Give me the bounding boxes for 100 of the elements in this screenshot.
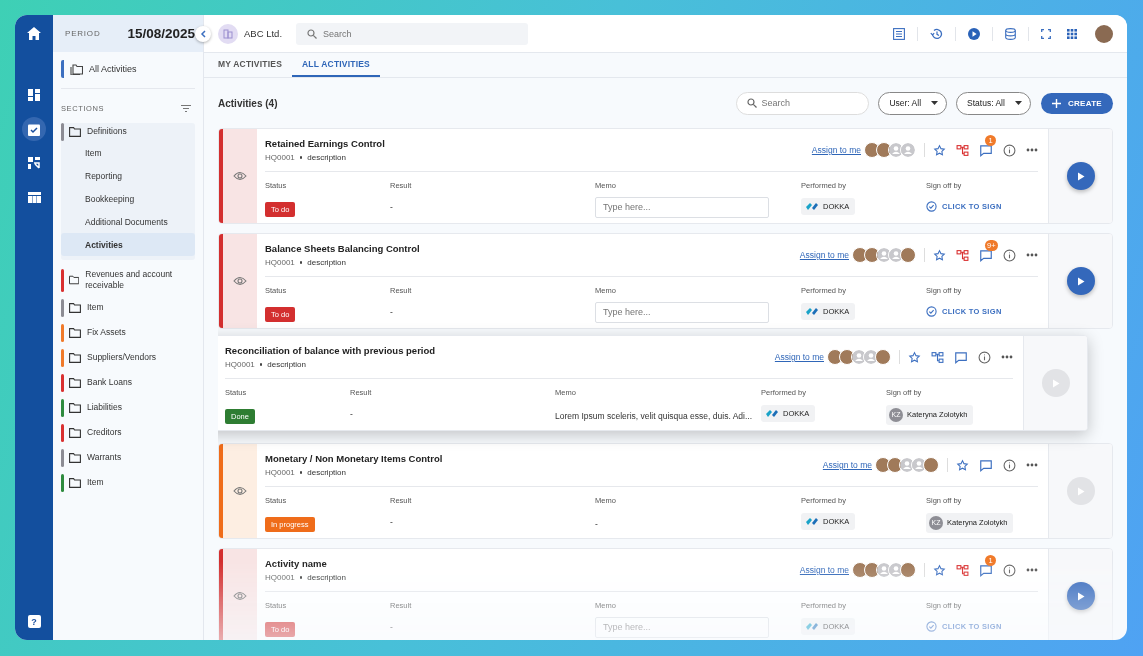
assign-to-me-link[interactable]: Assign to me	[774, 352, 824, 362]
play-button[interactable]	[1066, 267, 1095, 295]
comment-icon[interactable]	[954, 350, 968, 364]
company-name[interactable]: ABC Ltd.	[244, 28, 283, 39]
folder-icon	[69, 477, 81, 488]
check-circle-icon	[926, 621, 937, 632]
info-icon[interactable]	[1003, 248, 1016, 262]
list-icon[interactable]	[893, 27, 905, 40]
folder-icon	[69, 427, 81, 438]
tab[interactable]: MY ACTIVITIES	[208, 53, 292, 77]
bullet-icon	[299, 261, 303, 264]
section-item[interactable]: Revenues and account receivable	[61, 269, 195, 292]
activity-title: Activity name	[265, 558, 328, 569]
star-icon[interactable]	[933, 143, 946, 157]
section-item[interactable]: Suppliers/Vendors	[61, 348, 195, 367]
play-icon	[1076, 276, 1085, 286]
subsection-item[interactable]: Additional Documents	[61, 210, 195, 233]
hierarchy-icon[interactable]	[956, 143, 969, 157]
play-icon[interactable]	[968, 27, 980, 40]
play-icon	[1076, 171, 1085, 181]
activity-description: description	[307, 258, 346, 267]
assign-to-me-link[interactable]: Assign to me	[799, 565, 849, 575]
more-icon[interactable]	[1026, 148, 1038, 152]
more-icon[interactable]	[1026, 253, 1038, 257]
logo-icon	[805, 201, 819, 212]
section-item[interactable]: Creditors	[61, 423, 195, 442]
info-icon[interactable]	[1003, 563, 1016, 577]
history-icon[interactable]	[930, 27, 943, 40]
play-button[interactable]	[1066, 162, 1095, 190]
subsection-item[interactable]: Bookkeeping	[61, 187, 195, 210]
more-icon[interactable]	[1001, 355, 1013, 359]
section-item[interactable]: Item	[61, 473, 195, 492]
play-icon	[1051, 378, 1060, 388]
filter-dropdown[interactable]: User: All	[878, 91, 948, 115]
hierarchy-icon[interactable]	[956, 248, 969, 262]
fullscreen-icon[interactable]	[1041, 28, 1051, 39]
activity-search-field[interactable]: Search	[736, 91, 870, 115]
memo-field[interactable]: Type here...	[595, 196, 769, 218]
tab[interactable]: ALL ACTIVITIES	[292, 53, 380, 77]
clipboard-check-icon[interactable]	[22, 117, 46, 141]
filter-dropdown[interactable]: Status: All	[956, 91, 1031, 115]
plus-icon	[1051, 98, 1061, 108]
caret-icon	[931, 101, 939, 105]
star-icon[interactable]	[933, 563, 946, 577]
more-icon[interactable]	[1026, 463, 1038, 467]
star-icon[interactable]	[933, 248, 946, 262]
folder-icon	[69, 127, 81, 137]
memo-field[interactable]: Type here...	[595, 301, 769, 323]
apps-grid-icon[interactable]	[1067, 28, 1077, 39]
section-item[interactable]: Item	[61, 298, 195, 317]
star-icon[interactable]	[908, 350, 921, 364]
eye-icon[interactable]	[233, 486, 247, 496]
more-icon[interactable]	[1026, 568, 1038, 572]
activity-code: HQ0001	[265, 468, 295, 477]
subsection-item[interactable]: Item	[61, 141, 195, 164]
activity-code: HQ0001	[225, 360, 255, 369]
all-activities-item[interactable]: All Activities	[61, 60, 195, 78]
section-item[interactable]: Liabilities	[61, 398, 195, 417]
logo-icon	[805, 621, 819, 632]
bullet-icon	[299, 471, 303, 474]
result-value: -	[390, 622, 394, 632]
user-avatar[interactable]	[1095, 24, 1113, 43]
eye-icon[interactable]	[233, 276, 247, 286]
create-button[interactable]: CREATE	[1040, 92, 1113, 114]
database-icon[interactable]	[1005, 27, 1016, 40]
result-value: -	[390, 517, 394, 527]
section-item[interactable]: Warrants	[61, 448, 195, 467]
section-item[interactable]: Definitions	[61, 123, 195, 141]
section-item[interactable]: Bank Loans	[61, 373, 195, 392]
assign-to-me-link[interactable]: Assign to me	[822, 460, 872, 470]
eye-icon[interactable]	[233, 171, 247, 181]
comment-icon[interactable]	[979, 563, 993, 577]
subsection-item[interactable]: Activities	[61, 233, 195, 256]
comment-icon[interactable]	[979, 143, 993, 157]
comment-icon[interactable]	[979, 248, 993, 262]
collapse-button[interactable]	[195, 26, 211, 42]
play-icon	[1076, 486, 1085, 496]
logo-icon	[805, 516, 819, 527]
filter-icon[interactable]	[181, 105, 191, 112]
info-icon[interactable]	[1003, 143, 1016, 157]
search-field[interactable]: Search	[296, 22, 529, 45]
period-label: PERIOD	[65, 29, 101, 38]
home-icon[interactable]	[27, 27, 41, 40]
hierarchy-icon[interactable]	[931, 350, 944, 364]
info-icon[interactable]	[1003, 458, 1016, 472]
hierarchy-icon[interactable]	[956, 563, 969, 577]
search-icon	[747, 97, 758, 108]
assign-to-me-link[interactable]: Assign to me	[799, 250, 849, 260]
memo-text: -	[595, 519, 598, 529]
folder-icon	[69, 327, 81, 338]
comment-icon[interactable]	[979, 458, 993, 472]
logo-icon	[765, 408, 779, 419]
assign-to-me-link[interactable]: Assign to me	[811, 145, 861, 155]
info-icon[interactable]	[978, 350, 991, 364]
period-date[interactable]: 15/08/2025	[127, 26, 196, 41]
star-icon[interactable]	[956, 458, 969, 472]
section-item[interactable]: Fix Assets	[61, 323, 195, 342]
help-button[interactable]: ?	[27, 615, 41, 628]
subsection-item[interactable]: Reporting	[61, 164, 195, 187]
play-button[interactable]	[1066, 582, 1095, 610]
